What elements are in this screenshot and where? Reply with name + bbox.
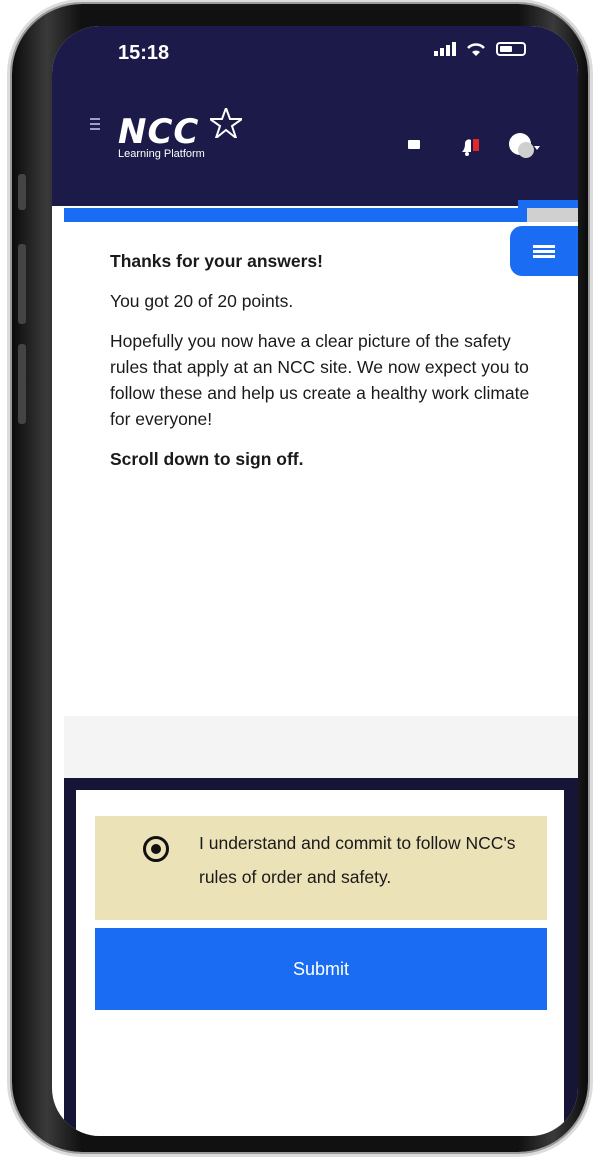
avatar-icon[interactable] [508,130,540,160]
status-time: 15:18 [118,42,170,64]
app-screen: 15:18 NCC Learning Platform Thanks for y… [52,26,578,1136]
volume-up-button [18,244,26,324]
section-divider [64,716,578,778]
commit-option[interactable]: I understand and commit to follow NCC's … [95,816,547,920]
signal-icon [434,42,456,56]
wifi-icon [467,43,485,56]
body-text: Hopefully you now have a clear picture o… [110,331,530,429]
volume-down-button [18,344,26,424]
battery-icon [496,42,526,56]
status-icons [434,42,526,56]
app-header: 15:18 NCC Learning Platform [52,26,578,206]
score-text: You got 20 of 20 points. [110,291,294,311]
radio-selected-icon[interactable] [143,836,169,862]
mute-switch [18,174,26,210]
result-content: Thanks for your answers! You got 20 of 2… [110,248,530,486]
logo-star-icon [210,108,242,138]
progress-cap [518,200,578,208]
logo-text: NCC [118,112,200,152]
commit-label: I understand and commit to follow NCC's … [199,833,516,887]
notification-badge [473,139,479,151]
phone-frame: 15:18 NCC Learning Platform Thanks for y… [12,4,588,1152]
mail-icon[interactable] [408,140,420,149]
hamburger-icon [533,243,555,260]
result-heading: Thanks for your answers! [110,251,323,271]
progress-fill [64,208,527,222]
notification-bell-icon[interactable] [460,136,482,158]
submit-button[interactable]: Submit [95,928,547,1010]
instruction-text: Scroll down to sign off. [110,449,304,469]
menu-icon[interactable] [90,118,100,133]
ncc-logo[interactable]: NCC Learning Platform [118,108,278,176]
progress-bar [64,208,578,222]
logo-subtitle: Learning Platform [118,148,205,160]
